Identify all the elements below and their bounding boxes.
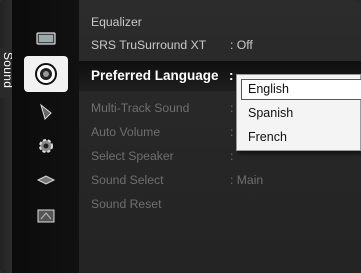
- input-icon[interactable]: [35, 169, 57, 191]
- menu-item-multi-track-sound[interactable]: Multi-Track Sound :: [91, 101, 233, 115]
- dropdown-option-spanish[interactable]: Spanish: [248, 106, 293, 120]
- icon-column: [12, 0, 79, 273]
- channel-icon[interactable]: [35, 101, 57, 123]
- tv-menu-window: Sound Equalizer SRS TruSurround XT : Off…: [0, 0, 361, 273]
- setup-icon[interactable]: [35, 135, 57, 157]
- menu-tab-strip: [0, 0, 12, 273]
- picture-icon[interactable]: [35, 28, 57, 50]
- application-icon[interactable]: [35, 205, 57, 227]
- menu-item-label: Sound Reset: [91, 197, 162, 211]
- menu-item-label: Select Speaker: [91, 149, 174, 163]
- menu-item-value: : Main: [230, 173, 264, 187]
- menu-item-label: Sound Select: [91, 173, 164, 187]
- menu-item-auto-volume[interactable]: Auto Volume :: [91, 125, 233, 139]
- dropdown-option-english[interactable]: English: [248, 82, 289, 96]
- menu-item-label: Equalizer: [91, 15, 142, 29]
- menu-item-value: :: [230, 101, 234, 115]
- menu-item-label: SRS TruSurround XT: [91, 38, 207, 52]
- sound-icon[interactable]: [23, 56, 68, 92]
- menu-item-value: :: [230, 125, 234, 139]
- menu-item-label: Auto Volume: [91, 125, 161, 139]
- menu-item-sound-select[interactable]: Sound Select : Main: [91, 173, 263, 187]
- menu-item-value: :: [229, 68, 234, 83]
- menu-item-srs[interactable]: SRS TruSurround XT : Off: [91, 38, 253, 52]
- menu-item-preferred-language[interactable]: Preferred Language: [91, 68, 219, 83]
- menu-item-select-speaker[interactable]: Select Speaker :: [91, 149, 233, 163]
- menu-item-value: :: [230, 149, 234, 163]
- menu-item-value: : Off: [230, 38, 253, 52]
- language-dropdown[interactable]: English Spanish French: [236, 74, 361, 151]
- dropdown-option-french[interactable]: French: [248, 130, 287, 144]
- menu-item-sound-reset[interactable]: Sound Reset: [91, 197, 161, 211]
- menu-item-equalizer[interactable]: Equalizer: [91, 15, 142, 29]
- menu-item-label: Multi-Track Sound: [91, 101, 190, 115]
